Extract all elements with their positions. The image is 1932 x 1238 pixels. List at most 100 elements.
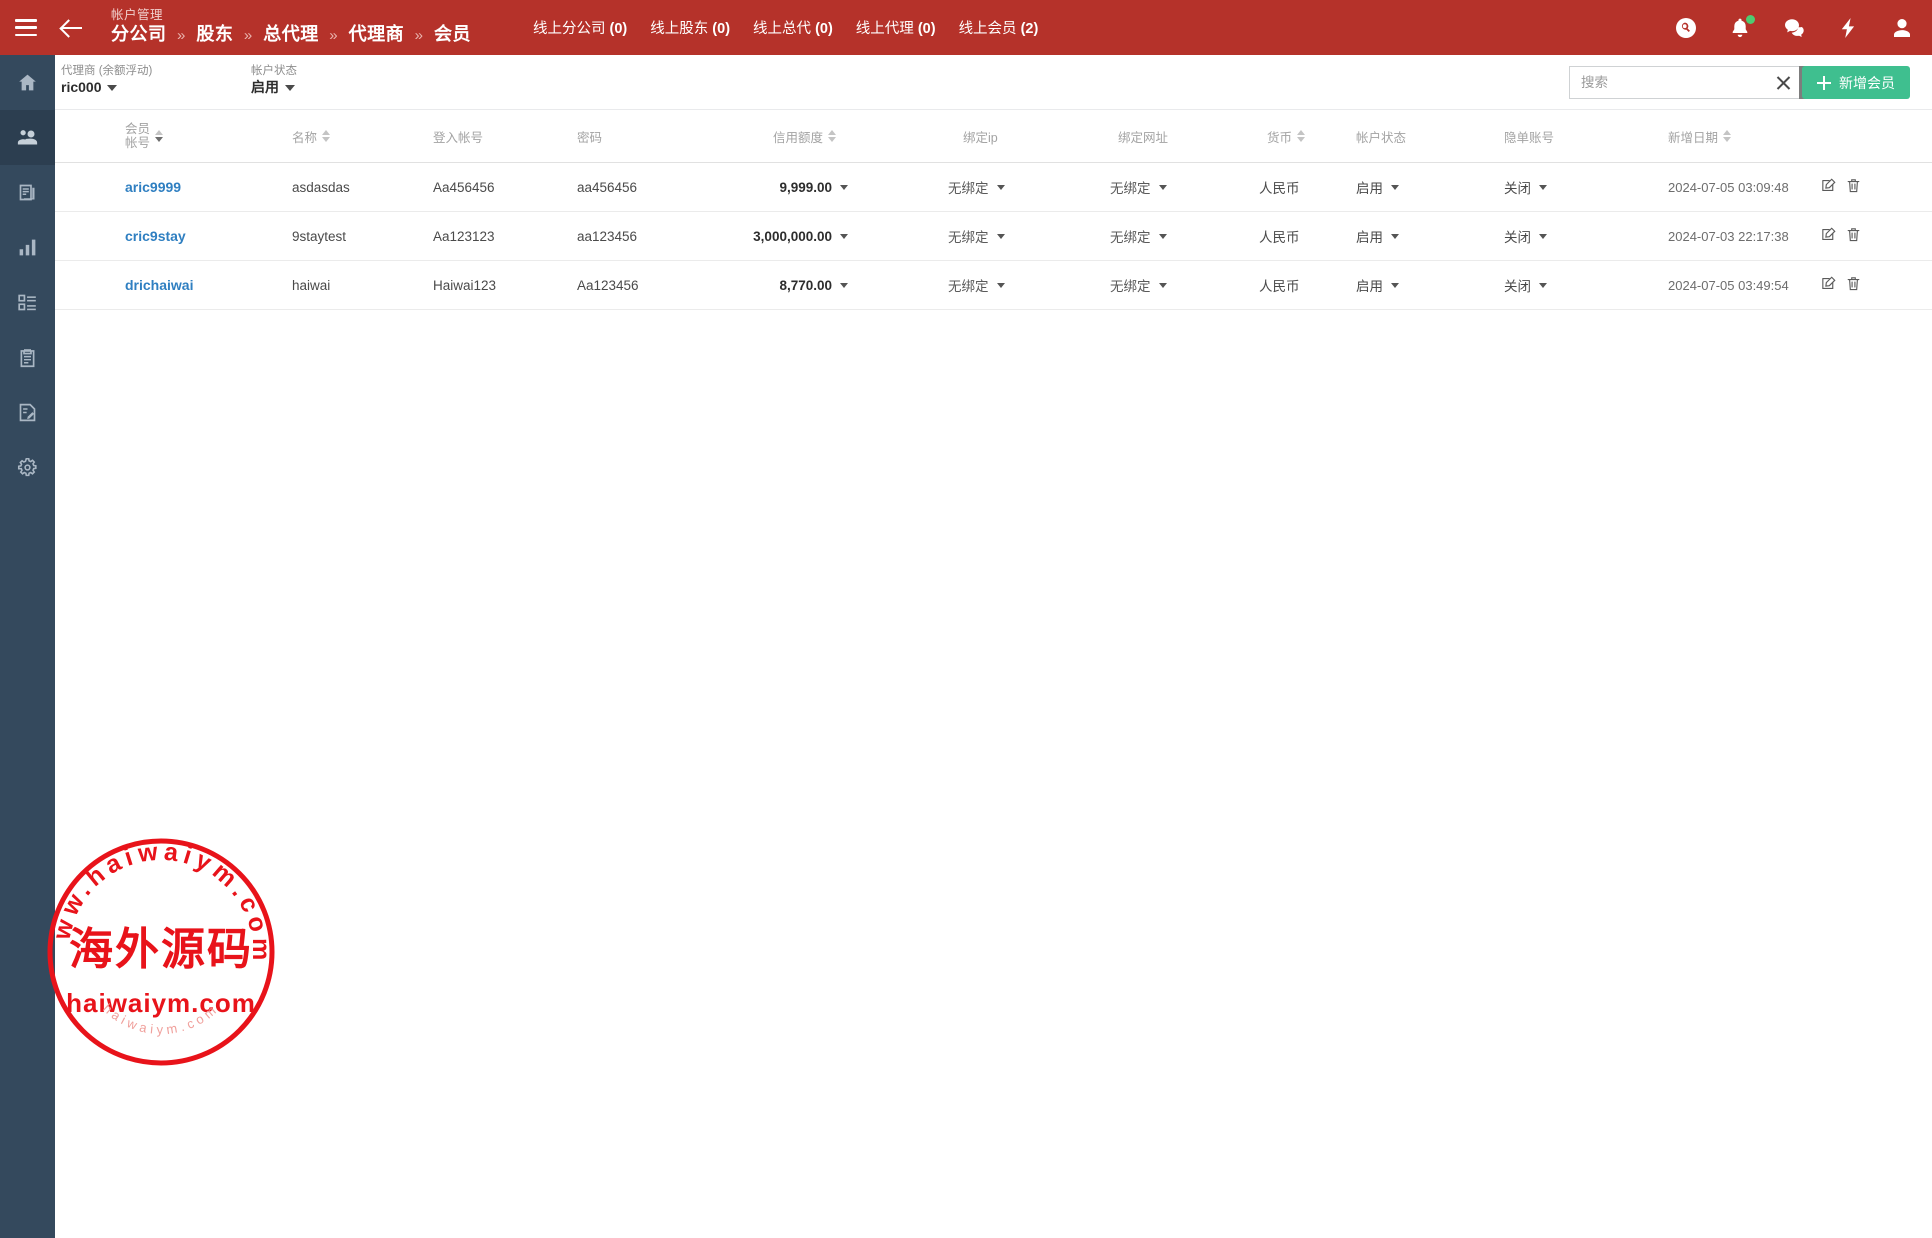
close-icon[interactable] xyxy=(1774,73,1793,92)
breadcrumb-item-member[interactable]: 会员 xyxy=(434,24,471,44)
hamburger-menu-icon[interactable] xyxy=(15,19,37,36)
sort-toggle-name[interactable] xyxy=(322,130,330,142)
edit-icon[interactable] xyxy=(1820,275,1837,295)
cell-bind-ip[interactable]: 无绑定 xyxy=(948,163,1005,211)
chevron-down-icon xyxy=(1391,234,1399,239)
agent-filter-value-button[interactable]: ric000 xyxy=(61,78,152,97)
cell-bind-ip-value: 无绑定 xyxy=(948,226,989,246)
chevron-down-icon xyxy=(1159,283,1167,288)
column-header-bind-ip: 绑定ip xyxy=(963,110,998,162)
column-header-name[interactable]: 名称 xyxy=(292,110,330,162)
cell-member-account[interactable]: cric9stay xyxy=(125,212,186,260)
sidebar-item-accounts[interactable] xyxy=(0,110,55,165)
breadcrumb-item-branch[interactable]: 分公司 xyxy=(111,24,167,44)
breadcrumb-item-shareholder[interactable]: 股东 xyxy=(196,24,233,44)
column-header-created-at[interactable]: 新增日期 xyxy=(1668,110,1731,162)
table-row[interactable]: cric9stay 9staytest Aa123123 aa123456 3,… xyxy=(55,212,1932,261)
online-tab-general-agent[interactable]: 线上总代 (0) xyxy=(753,17,833,38)
sidebar-item-notes[interactable] xyxy=(0,385,55,440)
delete-icon[interactable] xyxy=(1845,226,1862,246)
chevron-down-icon xyxy=(840,185,848,190)
cell-bind-url-value: 无绑定 xyxy=(1110,275,1151,295)
cell-currency: 人民币 xyxy=(1259,261,1300,309)
column-header-credit-limit[interactable]: 信用额度 xyxy=(773,110,836,162)
cell-bind-ip[interactable]: 无绑定 xyxy=(948,212,1005,260)
chevron-down-icon xyxy=(285,85,295,91)
cell-member-account[interactable]: drichaiwai xyxy=(125,261,193,309)
column-header-member-account-label: 会员 帐号 xyxy=(125,122,150,150)
cell-account-status[interactable]: 启用 xyxy=(1356,163,1399,211)
cell-hidden-account[interactable]: 关闭 xyxy=(1504,163,1547,211)
delete-icon[interactable] xyxy=(1845,275,1862,295)
cell-account-status[interactable]: 启用 xyxy=(1356,212,1399,260)
bar-chart-icon xyxy=(17,237,38,258)
online-tab-branch[interactable]: 线上分公司 (0) xyxy=(533,17,627,38)
online-tab-shareholder[interactable]: 线上股东 (0) xyxy=(650,17,730,38)
sort-toggle-created-at[interactable] xyxy=(1723,130,1731,142)
breadcrumb-item-agent[interactable]: 代理商 xyxy=(349,24,405,44)
cell-hidden-account[interactable]: 关闭 xyxy=(1504,212,1547,260)
sidebar-item-records[interactable] xyxy=(0,330,55,385)
status-filter-value: 启用 xyxy=(251,78,279,97)
cell-account-status-value: 启用 xyxy=(1356,226,1383,246)
add-member-button[interactable]: 新增会员 xyxy=(1802,66,1910,99)
edit-icon[interactable] xyxy=(1820,177,1837,197)
status-filter[interactable]: 帐户状态 启用 xyxy=(251,64,297,97)
bolt-icon[interactable] xyxy=(1836,16,1860,40)
breadcrumb-separator: » xyxy=(244,27,253,44)
cell-bind-url[interactable]: 无绑定 xyxy=(1110,212,1167,260)
cell-bind-url[interactable]: 无绑定 xyxy=(1110,163,1167,211)
sort-toggle-credit-limit[interactable] xyxy=(828,130,836,142)
sort-toggle-member-account[interactable] xyxy=(155,130,163,142)
agent-filter-label: 代理商 (余额浮动) xyxy=(61,64,152,78)
cell-hidden-account-value: 关闭 xyxy=(1504,226,1531,246)
online-tab-member[interactable]: 线上会员 (2) xyxy=(959,17,1039,38)
column-header-password: 密码 xyxy=(577,110,602,162)
delete-icon[interactable] xyxy=(1845,177,1862,197)
cell-credit-limit[interactable]: 3,000,000.00 xyxy=(738,212,848,260)
cell-credit-limit-value: 8,770.00 xyxy=(779,278,832,293)
sidebar-item-settings[interactable] xyxy=(0,440,55,495)
chevron-down-icon xyxy=(1539,185,1547,190)
row-actions xyxy=(1820,163,1862,211)
chevron-down-icon xyxy=(997,185,1005,190)
agent-filter[interactable]: 代理商 (余额浮动) ric000 xyxy=(61,64,152,97)
column-header-member-account[interactable]: 会员 帐号 xyxy=(125,110,163,162)
search-circle-icon[interactable] xyxy=(1674,16,1698,40)
chevron-down-icon xyxy=(1539,283,1547,288)
chevron-down-icon xyxy=(1539,234,1547,239)
sidebar-item-reports[interactable] xyxy=(0,165,55,220)
cell-member-account[interactable]: aric9999 xyxy=(125,163,181,211)
column-header-currency[interactable]: 货币 xyxy=(1267,110,1305,162)
cell-name: 9staytest xyxy=(292,212,346,260)
cell-credit-limit[interactable]: 9,999.00 xyxy=(738,163,848,211)
online-tab-agent[interactable]: 线上代理 (0) xyxy=(856,17,936,38)
sort-toggle-currency[interactable] xyxy=(1297,130,1305,142)
user-icon[interactable] xyxy=(1890,16,1914,40)
cell-account-status[interactable]: 启用 xyxy=(1356,261,1399,309)
edit-icon[interactable] xyxy=(1820,226,1837,246)
bell-icon[interactable] xyxy=(1728,16,1752,40)
sidebar-item-list[interactable] xyxy=(0,275,55,330)
bell-notification-badge xyxy=(1746,15,1755,24)
column-header-hidden-account: 隐单账号 xyxy=(1504,110,1554,162)
cell-hidden-account[interactable]: 关闭 xyxy=(1504,261,1547,309)
status-filter-value-button[interactable]: 启用 xyxy=(251,78,297,97)
search-input[interactable] xyxy=(1569,66,1799,99)
chat-icon[interactable] xyxy=(1782,16,1806,40)
back-arrow-icon[interactable] xyxy=(59,15,85,41)
note-edit-icon xyxy=(17,402,38,423)
breadcrumb-separator: » xyxy=(329,27,338,44)
online-tab-agent-label: 线上代理 xyxy=(856,21,914,37)
cell-bind-ip[interactable]: 无绑定 xyxy=(948,261,1005,309)
sidebar-item-statistics[interactable] xyxy=(0,220,55,275)
table-row[interactable]: drichaiwai haiwai Haiwai123 Aa123456 8,7… xyxy=(55,261,1932,310)
table-row[interactable]: aric9999 asdasdas Aa456456 aa456456 9,99… xyxy=(55,163,1932,212)
breadcrumb-item-general-agent[interactable]: 总代理 xyxy=(263,24,319,44)
cell-bind-url[interactable]: 无绑定 xyxy=(1110,261,1167,309)
home-icon xyxy=(17,72,38,93)
cell-credit-limit[interactable]: 8,770.00 xyxy=(738,261,848,309)
sidebar-item-home[interactable] xyxy=(0,55,55,110)
cell-password: aa123456 xyxy=(577,212,637,260)
chevron-down-icon xyxy=(840,283,848,288)
